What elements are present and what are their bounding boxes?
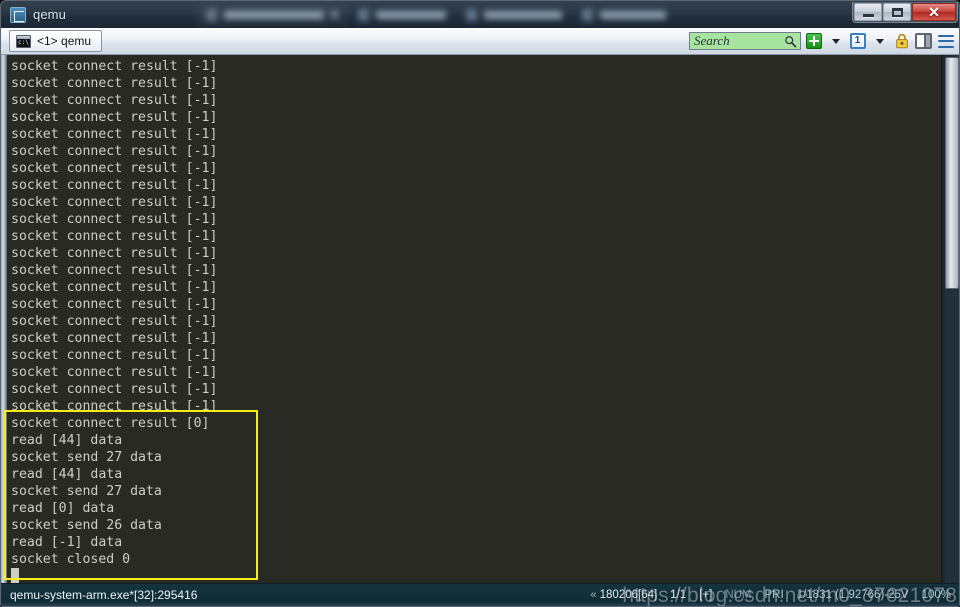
terminal-line: socket connect result [-1] — [11, 144, 218, 159]
status-chevron-icon: « — [590, 589, 597, 601]
cmd-console-icon — [16, 34, 31, 48]
terminal-line: socket connect result [-1] — [11, 263, 218, 278]
terminal-line: socket connect result [-1] — [11, 178, 218, 193]
terminal-line: socket connect result [-1] — [11, 110, 218, 125]
split-pane-button[interactable] — [914, 32, 933, 51]
status-expand: [+] — [699, 589, 713, 601]
window-title: qemu — [33, 7, 66, 22]
title-bar: qemu ✕ — [1, 1, 959, 28]
qemu-console-window: qemu ✕ c:\ <1> qemu Search 1 socket conn… — [0, 0, 960, 607]
terminal-line-highlighted: read [44] data — [11, 433, 123, 448]
terminal-line: socket connect result [-1] — [11, 365, 218, 380]
terminal-line-highlighted: socket connect result [0] — [11, 416, 210, 431]
scrollbar-thumb[interactable] — [945, 57, 959, 289]
lock-button[interactable] — [892, 32, 911, 51]
menu-hamburger-icon — [937, 34, 954, 48]
title-bar-left: qemu — [1, 6, 196, 23]
chevron-down-icon — [831, 38, 840, 44]
status-pane: 1/1 — [670, 589, 687, 601]
background-tab-icon — [358, 8, 369, 21]
terminal-line: socket connect result [-1] — [11, 382, 218, 397]
background-tab[interactable] — [456, 4, 572, 26]
background-tab-icon — [582, 8, 593, 21]
lock-icon — [895, 33, 908, 49]
status-bar: qemu-system-arm.exe*[32]:295416 « 180206… — [1, 583, 959, 606]
new-tab-plus-icon — [805, 33, 822, 49]
terminal-line: socket connect result [-1] — [11, 280, 218, 295]
close-icon: ✕ — [928, 4, 940, 20]
terminal-scrollbar[interactable] — [941, 55, 959, 585]
window-select-button[interactable]: 1 — [848, 32, 867, 51]
search-box[interactable] — [689, 32, 801, 50]
background-tab[interactable] — [196, 4, 348, 26]
split-pane-icon — [915, 33, 932, 49]
background-tab-label — [484, 10, 562, 19]
background-tab-label — [224, 10, 324, 19]
console-app-icon — [10, 6, 26, 23]
status-right-group: « 180206[64] 1/1 [+] NUM PRI 1/1831 (1,9… — [590, 589, 959, 601]
menu-button[interactable] — [936, 32, 955, 51]
close-button[interactable]: ✕ — [912, 3, 956, 21]
status-buffer: « 180206[64] — [590, 589, 658, 601]
terminal-output[interactable]: socket connect result [-1] socket connect… — [7, 55, 935, 585]
terminal-line-highlighted: read [0] data — [11, 501, 115, 516]
terminal-cursor — [11, 568, 19, 583]
minimize-button[interactable] — [854, 3, 882, 21]
new-tab-button[interactable] — [804, 32, 823, 51]
background-tab-icon — [206, 8, 217, 21]
terminal-line: socket connect result [-1] — [11, 59, 218, 74]
terminal-line: socket connect result [-1] — [11, 246, 218, 261]
terminal-line: socket connect result [-1] — [11, 229, 218, 244]
maximize-icon — [891, 7, 903, 17]
background-tab[interactable] — [348, 4, 456, 26]
background-tab[interactable] — [572, 4, 676, 26]
terminal-line: socket connect result [-1] — [11, 399, 218, 414]
terminal-line: socket connect result [-1] — [11, 76, 218, 91]
new-tab-dropdown-button[interactable] — [826, 32, 845, 51]
background-tab-icon — [466, 8, 477, 21]
maximize-button[interactable] — [883, 3, 911, 21]
background-tab-label — [600, 10, 666, 19]
status-zoom: 100% — [921, 589, 951, 601]
terminal-area: socket connect result [-1] socket connect… — [1, 55, 959, 585]
terminal-line-highlighted: read [-1] data — [11, 535, 123, 550]
tab-label: <1> qemu — [37, 34, 92, 48]
chevron-down-icon — [875, 38, 884, 44]
status-process: qemu-system-arm.exe*[32]:295416 — [10, 588, 198, 602]
status-cursor-position: 1/1831 (1,92766)-25V — [796, 589, 909, 601]
terminal-line: socket connect result [-1] — [11, 331, 218, 346]
terminal-line-highlighted: socket closed 0 — [11, 552, 131, 567]
terminal-line: socket connect result [-1] — [11, 161, 218, 176]
search-input[interactable] — [690, 33, 780, 49]
terminal-line: socket connect result [-1] — [11, 212, 218, 227]
terminal-line-highlighted: read [44] data — [11, 467, 123, 482]
background-tab-label — [376, 10, 446, 19]
status-print-flag: PRI — [764, 589, 784, 601]
tab-console-1[interactable]: <1> qemu — [9, 30, 103, 52]
status-numlock: NUM — [725, 589, 752, 601]
window-index-icon: 1 — [849, 33, 866, 49]
terminal-line-highlighted: socket send 27 data — [11, 450, 162, 465]
toolbar: 1 — [689, 32, 959, 51]
terminal-line: socket connect result [-1] — [11, 297, 218, 312]
background-tab-close-icon[interactable] — [331, 11, 338, 18]
terminal-line: socket connect result [-1] — [11, 314, 218, 329]
background-taskbar-tabs — [196, 1, 959, 28]
terminal-line: socket connect result [-1] — [11, 348, 218, 363]
terminal-line: socket connect result [-1] — [11, 195, 218, 210]
window-controls: ✕ — [852, 2, 958, 23]
magnifier-icon[interactable] — [784, 35, 797, 48]
terminal-line: socket connect result [-1] — [11, 93, 218, 108]
terminal-line: socket connect result [-1] — [11, 127, 218, 142]
terminal-line-highlighted: socket send 26 data — [11, 518, 162, 533]
window-select-dropdown-button[interactable] — [870, 32, 889, 51]
minimize-icon — [862, 13, 874, 17]
tab-strip: <1> qemu 1 — [1, 28, 959, 55]
terminal-line-highlighted: socket send 27 data — [11, 484, 162, 499]
